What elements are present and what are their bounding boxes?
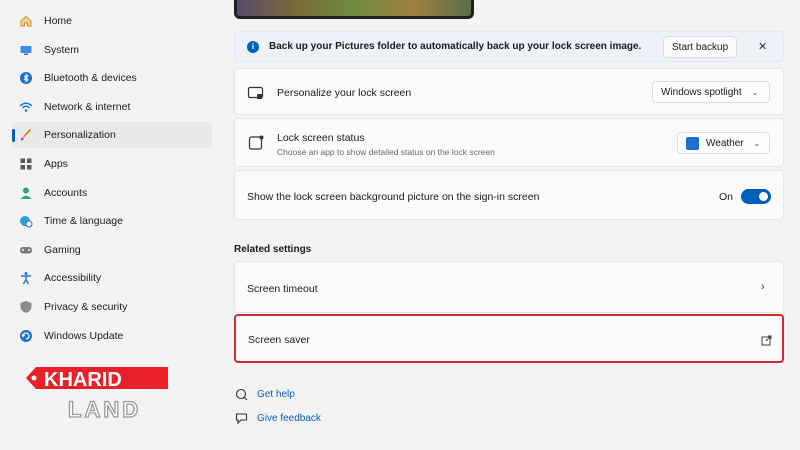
help-icon <box>234 387 248 401</box>
logo-top-text: KHARID <box>44 369 122 391</box>
sidebar-item-gaming[interactable]: Gaming <box>12 237 212 263</box>
screen-timeout-title: Screen timeout <box>247 283 318 295</box>
sidebar-item-home[interactable]: Home <box>12 8 212 34</box>
sidebar-item-windows-update[interactable]: Windows Update <box>12 323 212 349</box>
sidebar-item-label: Time & language <box>44 215 123 227</box>
lock-screen-preview <box>234 0 474 19</box>
signin-title: Show the lock screen background picture … <box>247 191 540 203</box>
chevron-down-icon: ⌄ <box>753 138 761 148</box>
weather-icon <box>686 136 699 150</box>
toggle-knob <box>759 192 768 201</box>
signin-background-card: Show the lock screen background picture … <box>234 170 784 220</box>
controller-icon <box>18 242 34 258</box>
screen-timeout-card[interactable]: Screen timeout › <box>234 261 784 313</box>
shield-icon <box>18 299 34 315</box>
personalize-lock-screen-card: Personalize your lock screen Windows spo… <box>234 68 784 115</box>
sidebar-item-label: Apps <box>44 158 68 170</box>
sidebar-item-personalization[interactable]: Personalization <box>12 122 212 148</box>
sidebar-item-label: Bluetooth & devices <box>44 72 137 84</box>
backup-banner: i Back up your Pictures folder to automa… <box>234 31 784 62</box>
screen-saver-card[interactable]: Screen saver <box>234 314 784 363</box>
open-external-icon <box>761 333 772 351</box>
sidebar-item-label: Gaming <box>44 244 81 256</box>
start-backup-button[interactable]: Start backup <box>663 36 738 58</box>
kharidland-logo: KHARID LAND <box>22 362 172 423</box>
lock-screen-background-dropdown[interactable]: Windows spotlight ⌄ <box>652 81 770 103</box>
status-title: Lock screen status <box>277 132 365 144</box>
sidebar-item-apps[interactable]: Apps <box>12 151 212 177</box>
main-content: i Back up your Pictures folder to automa… <box>234 0 784 450</box>
sidebar-item-time-language[interactable]: Time & language <box>12 208 212 234</box>
logo-bottom-text: LAND <box>68 397 141 422</box>
lock-screen-status-card: Lock screen status Choose an app to show… <box>234 118 784 167</box>
get-help-link[interactable]: Get help <box>234 387 295 401</box>
monitor-icon <box>18 42 34 58</box>
give-feedback-link[interactable]: Give feedback <box>234 411 321 425</box>
chevron-right-icon: › <box>761 281 765 293</box>
sidebar-item-network[interactable]: Network & internet <box>12 94 212 120</box>
globe-clock-icon <box>18 213 34 229</box>
lock-screen-status-dropdown[interactable]: Weather ⌄ <box>677 132 770 154</box>
personalize-title: Personalize your lock screen <box>277 87 412 99</box>
get-help-label: Get help <box>257 388 295 400</box>
sidebar-item-system[interactable]: System <box>12 37 212 63</box>
sidebar-item-label: Accessibility <box>44 272 102 284</box>
sidebar-item-label: Windows Update <box>44 330 124 342</box>
dropdown-value: Windows spotlight <box>661 86 742 98</box>
sidebar-item-label: Personalization <box>44 129 116 141</box>
screen-saver-title: Screen saver <box>248 334 310 346</box>
sidebar-item-label: Privacy & security <box>44 301 128 313</box>
close-icon[interactable]: ✕ <box>758 40 767 53</box>
bluetooth-icon <box>18 70 34 86</box>
related-settings-heading: Related settings <box>234 244 312 255</box>
accessibility-icon <box>18 270 34 286</box>
signin-background-toggle[interactable] <box>741 189 771 204</box>
chevron-down-icon: ⌄ <box>751 87 759 97</box>
sidebar-item-label: System <box>44 44 80 56</box>
feedback-icon <box>234 411 248 425</box>
sidebar-item-bluetooth[interactable]: Bluetooth & devices <box>12 65 212 91</box>
apps-icon <box>18 156 34 172</box>
home-icon <box>18 13 34 29</box>
sidebar-item-accounts[interactable]: Accounts <box>12 180 212 206</box>
update-icon <box>18 328 34 344</box>
banner-message: Back up your Pictures folder to automati… <box>269 41 642 52</box>
brush-icon <box>18 127 34 143</box>
toggle-state-label: On <box>719 191 734 203</box>
status-subtitle: Choose an app to show detailed status on… <box>277 147 495 157</box>
sidebar-item-privacy[interactable]: Privacy & security <box>12 294 212 320</box>
give-feedback-label: Give feedback <box>257 412 321 424</box>
person-icon <box>18 185 34 201</box>
sidebar-item-label: Accounts <box>44 187 88 199</box>
status-app-icon <box>247 134 265 152</box>
info-icon: i <box>247 40 259 53</box>
wifi-icon <box>18 99 34 115</box>
lock-screen-icon <box>247 84 265 102</box>
dropdown-value: Weather <box>706 137 744 149</box>
sidebar-item-label: Home <box>44 15 73 27</box>
sidebar-item-accessibility[interactable]: Accessibility <box>12 265 212 291</box>
sidebar-item-label: Network & internet <box>44 101 131 113</box>
